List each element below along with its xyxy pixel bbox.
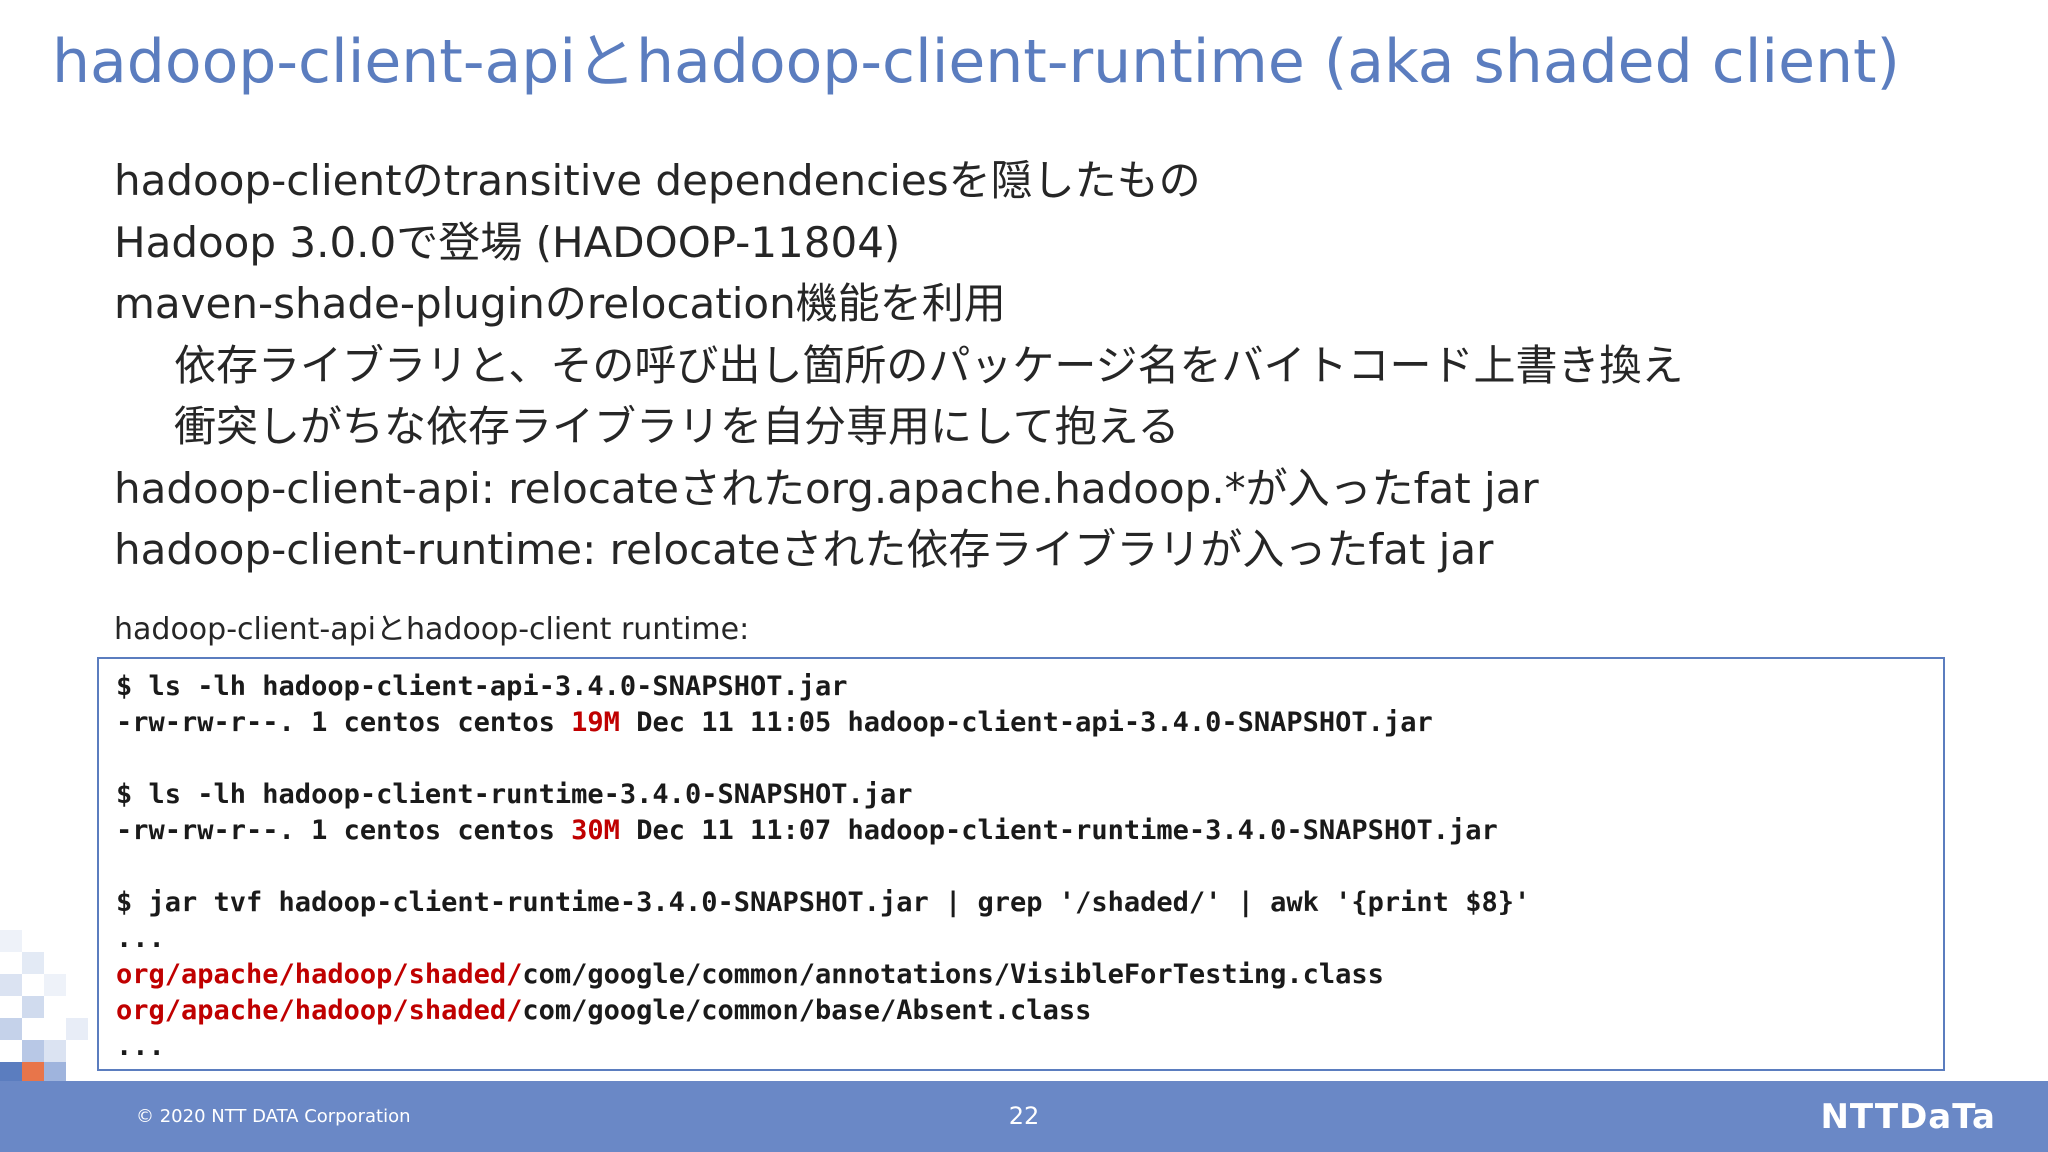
bullet-item: hadoop-clientのtransitive dependenciesを隠し… bbox=[114, 156, 1201, 205]
shaded-prefix-highlight: org/apache/hadoop/shaded/ bbox=[116, 995, 523, 1026]
bullet-item: hadoop-client-api: relocateされたorg.apache… bbox=[114, 463, 1539, 513]
code-text: Dec 11 11:05 hadoop-client-api-3.4.0-SNA… bbox=[619, 707, 1433, 738]
code-line: $ jar tvf hadoop-client-runtime-3.4.0-SN… bbox=[116, 887, 1531, 918]
bullet-item: hadoop-client-runtime: relocateされた依存ライブラ… bbox=[114, 525, 1494, 574]
code-text: -rw-rw-r--. 1 centos centos bbox=[116, 815, 572, 846]
copyright-text: © 2020 NTT DATA Corporation bbox=[136, 1106, 411, 1127]
sub-bullet-item: 依存ライブラリと、その呼び出し箇所のパッケージ名をバイトコード上書き換え bbox=[174, 340, 1684, 390]
footer-bar: © 2020 NTT DATA Corporation 22 NTTDaTa bbox=[0, 1081, 2048, 1152]
code-caption: hadoop-client-apiとhadoop-client runtime: bbox=[114, 612, 750, 647]
file-size-highlight: 19M bbox=[571, 707, 620, 738]
code-ellipsis: ... bbox=[116, 1031, 165, 1062]
bullet-item: Hadoop 3.0.0で登場 (HADOOP-11804) bbox=[114, 217, 901, 267]
bullet-item: maven-shade-pluginのrelocation機能を利用 bbox=[114, 279, 1006, 328]
code-line: org/apache/hadoop/shaded/com/google/comm… bbox=[116, 993, 1943, 1029]
code-text: com/google/common/base/Absent.class bbox=[522, 995, 1092, 1026]
code-line: $ ls -lh hadoop-client-runtime-3.4.0-SNA… bbox=[116, 779, 913, 810]
sub-bullet-item: 衝突しがちな依存ライブラリを自分専用にして抱える bbox=[174, 402, 1180, 451]
code-text: com/google/common/annotations/VisibleFor… bbox=[522, 959, 1384, 990]
code-text: -rw-rw-r--. 1 centos centos bbox=[116, 707, 572, 738]
code-text: Dec 11 11:07 hadoop-client-runtime-3.4.0… bbox=[619, 815, 1498, 846]
code-line: -rw-rw-r--. 1 centos centos 19M Dec 11 1… bbox=[116, 705, 1943, 741]
shaded-prefix-highlight: org/apache/hadoop/shaded/ bbox=[116, 959, 523, 990]
slide-title: hadoop-client-apiとhadoop-client-runtime … bbox=[52, 27, 1900, 97]
file-size-highlight: 30M bbox=[571, 815, 620, 846]
ntt-data-logo: NTTDaTa bbox=[1820, 1097, 1996, 1137]
code-line: -rw-rw-r--. 1 centos centos 30M Dec 11 1… bbox=[116, 813, 1943, 849]
bullet-list: hadoop-clientのtransitive dependenciesを隠し… bbox=[114, 150, 1683, 581]
code-line: $ ls -lh hadoop-client-api-3.4.0-SNAPSHO… bbox=[116, 671, 848, 702]
page-number: 22 bbox=[1008, 1102, 1040, 1130]
code-ellipsis: ... bbox=[116, 923, 165, 954]
code-line: org/apache/hadoop/shaded/com/google/comm… bbox=[116, 957, 1943, 993]
code-block: $ ls -lh hadoop-client-api-3.4.0-SNAPSHO… bbox=[97, 657, 1945, 1071]
